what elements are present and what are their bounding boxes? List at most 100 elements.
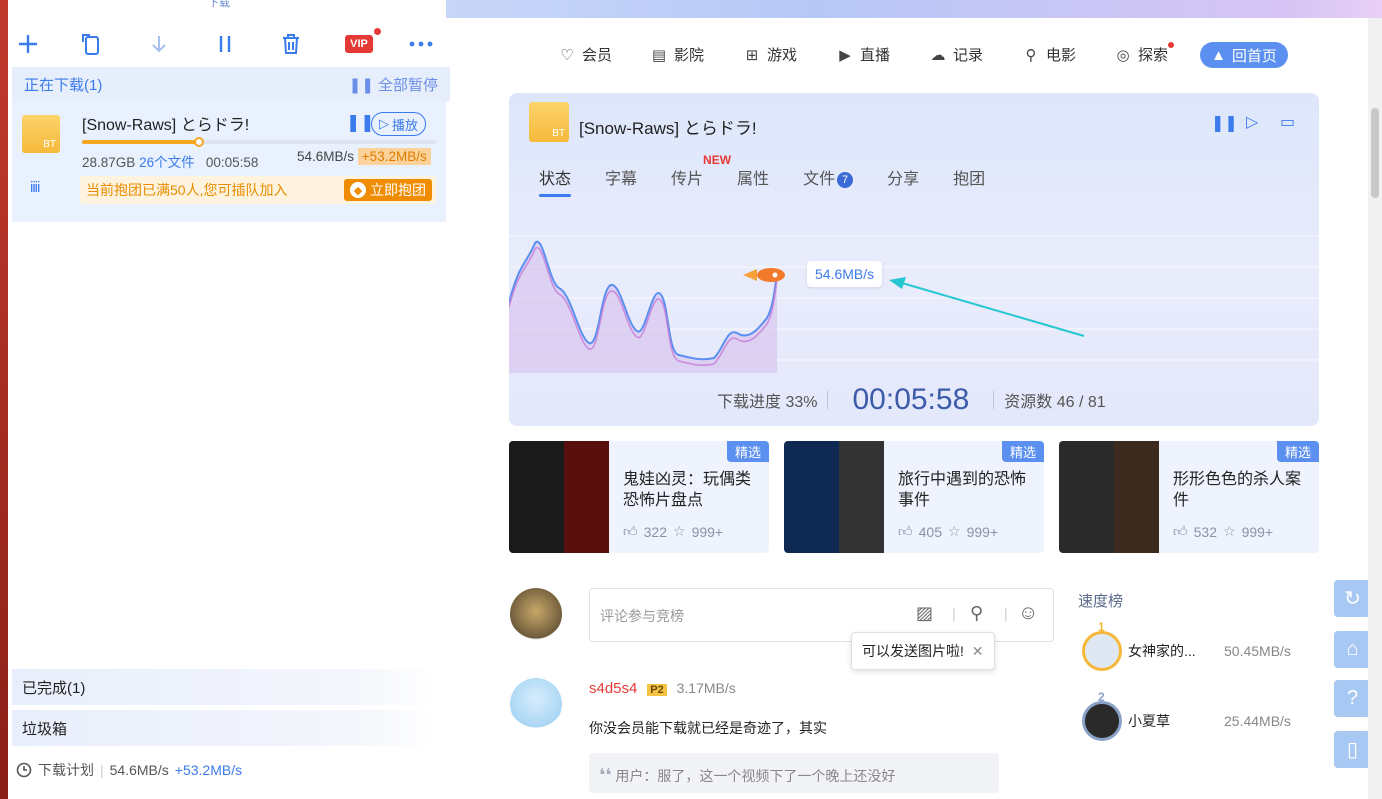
vip-button[interactable]: VIP: [341, 28, 381, 58]
commenter-name[interactable]: s4d5s4: [589, 680, 637, 697]
join-group-button[interactable]: ◆ 立即抱团: [344, 179, 432, 201]
recommend-card[interactable]: 精选 形形色色的杀人案件 👍︎ 532 ☆ 999+: [1059, 441, 1319, 553]
folder-bt-icon: BT: [22, 115, 60, 153]
ranking-name: 小夏草: [1128, 713, 1170, 729]
nav-records[interactable]: ☁ 记录: [929, 44, 984, 65]
start-button[interactable]: [145, 30, 173, 58]
mobile-download-button[interactable]: [77, 30, 105, 58]
downloading-section-header[interactable]: 正在下载(1) ❚❚ 全部暂停: [12, 67, 450, 101]
footer-speed: 54.6MB/s: [109, 762, 169, 778]
detail-panel: ♡ 会员 ▤ 影院 ⊞ 游戏 ▶ 直播 ☁ 记录 ⚲ 电影 ◎ 探索 ▲ 回首页 BT [Sno…: [450, 18, 1368, 799]
star-icon: ☆: [673, 523, 686, 539]
completed-section[interactable]: 已完成(1): [12, 669, 438, 705]
rank-number: 1: [1098, 620, 1105, 634]
nav-live[interactable]: ▶ 直播: [836, 44, 890, 65]
scrollbar-thumb[interactable]: [1371, 108, 1379, 198]
close-icon[interactable]: ✕: [972, 643, 984, 659]
completed-label: 已完成(1): [22, 679, 86, 697]
comment-input[interactable]: 评论参与竞榜: [600, 606, 684, 626]
join-group-label: 立即抱团: [370, 182, 426, 198]
ranking-speed: 25.44MB/s: [1224, 713, 1291, 729]
cloud-icon: ☁: [930, 46, 946, 64]
poster-collage: [784, 441, 884, 553]
nav-game[interactable]: ⊞ 游戏: [743, 44, 797, 65]
download-stats: 下载进度 33% 00:05:58 资源数 46 / 81: [717, 383, 1106, 417]
task-title: [Snow-Raws] とらドラ!: [82, 117, 250, 134]
comment-text: 你没会员能下载就已经是奇迹了，其实: [589, 720, 827, 736]
home-button[interactable]: ▲ 回首页: [1200, 42, 1288, 68]
featured-badge: 精选: [1001, 441, 1044, 462]
comment-header: s4d5s4 P2 3.17MB/s: [589, 680, 736, 697]
silver-crown-avatar: 2: [1082, 690, 1122, 741]
ranking-item[interactable]: 2 小夏草 25.44MB/s: [1082, 690, 1291, 741]
download-plan-label: 下载计划: [38, 762, 94, 778]
ranking-item[interactable]: 1 女神家的... 50.45MB/s: [1082, 620, 1291, 671]
like-count: 322: [643, 523, 667, 540]
download-task-row[interactable]: BT [Snow-Raws] とらドラ! ❚❚ ▷ 播放 28.87GB 26个文…: [12, 101, 446, 222]
commenter-avatar[interactable]: [510, 678, 562, 730]
more-icon: [409, 41, 433, 47]
mobile-side-button[interactable]: ▯: [1334, 731, 1371, 768]
vip-icon: VIP: [345, 35, 373, 53]
commenter-speed: 3.17MB/s: [676, 680, 736, 696]
pause-all-button[interactable]: ❚❚ 全部暂停: [349, 74, 438, 95]
nav-explore[interactable]: ◎ 探索: [1114, 42, 1175, 65]
emoji-icon[interactable]: ☺: [1018, 602, 1038, 625]
group-banner: 当前抱团已满50人,您可插队加入 ◆ 立即抱团: [80, 176, 436, 204]
home-side-button[interactable]: ⌂: [1334, 631, 1371, 668]
star-count: 999+: [1241, 523, 1274, 540]
recommend-cards: 精选 鬼娃凶灵：玩偶类恐怖片盘点 👍︎ 322 ☆ 999+ 精选 旅行中遇到的恐怖事…: [509, 441, 1319, 553]
speed-graph: [509, 235, 1319, 373]
elapsed-time: 00:05:58: [852, 383, 970, 416]
recommend-card[interactable]: 精选 鬼娃凶灵：玩偶类恐怖片盘点 👍︎ 322 ☆ 999+: [509, 441, 769, 553]
pause-button[interactable]: [211, 30, 239, 58]
arrow-down-icon: [152, 36, 166, 53]
card-title: 旅行中遇到的恐怖事件: [898, 471, 1027, 509]
add-task-button[interactable]: [14, 30, 42, 58]
like-count: 532: [1193, 523, 1217, 540]
star-count: 999+: [691, 523, 724, 540]
notification-dot: [374, 28, 381, 35]
nav-member[interactable]: ♡ 会员: [558, 44, 612, 65]
help-side-button[interactable]: ?: [1334, 680, 1371, 717]
group-message: 当前抱团已满50人,您可插队加入: [86, 182, 288, 198]
attach-icon[interactable]: ⚲: [970, 603, 983, 624]
question-icon: ?: [1346, 687, 1359, 709]
task-time: 00:05:58: [205, 155, 259, 170]
nav-cinema-label: 影院: [674, 47, 705, 64]
rocket-icon: [743, 268, 785, 282]
group-icon: ◆: [350, 182, 366, 198]
quote-text: 用户：服了，这一个视频下了一个晚上还没好: [615, 768, 896, 784]
featured-badge: 精选: [1276, 441, 1319, 462]
speed-label: 54.6MB/s: [807, 261, 883, 287]
star-icon: ☆: [948, 523, 961, 539]
nav-cinema[interactable]: ▤ 影院: [650, 44, 704, 65]
download-plan-bar[interactable]: 下载计划 | 54.6MB/s +53.2MB/s: [16, 760, 242, 780]
ranking-speed: 50.45MB/s: [1224, 643, 1291, 659]
scrollbar[interactable]: [1368, 18, 1382, 799]
card-stats: 👍︎ 405 ☆ 999+: [898, 523, 998, 540]
download-list-panel: 下载 VIP 正在下载(1) ❚❚ 全部暂停 BT [Snow-Raws] とら…: [8, 0, 450, 793]
like-icon: 👍︎: [898, 523, 913, 539]
phone-icon: [82, 34, 99, 55]
task-files[interactable]: 26个文件: [139, 155, 195, 170]
progress-bar: [82, 137, 436, 147]
explore-icon: ◎: [1116, 46, 1130, 64]
rank-number: 2: [1098, 690, 1105, 704]
like-icon: 👍︎: [623, 523, 638, 539]
divider: |: [1004, 605, 1008, 621]
refresh-side-button[interactable]: ↻: [1334, 580, 1371, 617]
recommend-card[interactable]: 精选 旅行中遇到的恐怖事件 👍︎ 405 ☆ 999+: [784, 441, 1044, 553]
trash-section[interactable]: 垃圾箱: [12, 710, 438, 746]
image-icon[interactable]: ▨: [916, 603, 933, 624]
footer-accel: +53.2MB/s: [174, 762, 243, 778]
my-avatar[interactable]: [510, 588, 562, 640]
nav-explore-label: 探索: [1138, 47, 1169, 64]
group-users-icon: iiii: [30, 179, 40, 196]
more-button[interactable]: [407, 30, 435, 58]
nav-movie[interactable]: ⚲ 电影: [1022, 44, 1077, 65]
divider: |: [952, 605, 956, 621]
task-accel-value: +53.2MB/s: [357, 148, 431, 165]
task-play-button[interactable]: ▷ 播放: [371, 112, 427, 136]
delete-button[interactable]: [277, 30, 305, 58]
